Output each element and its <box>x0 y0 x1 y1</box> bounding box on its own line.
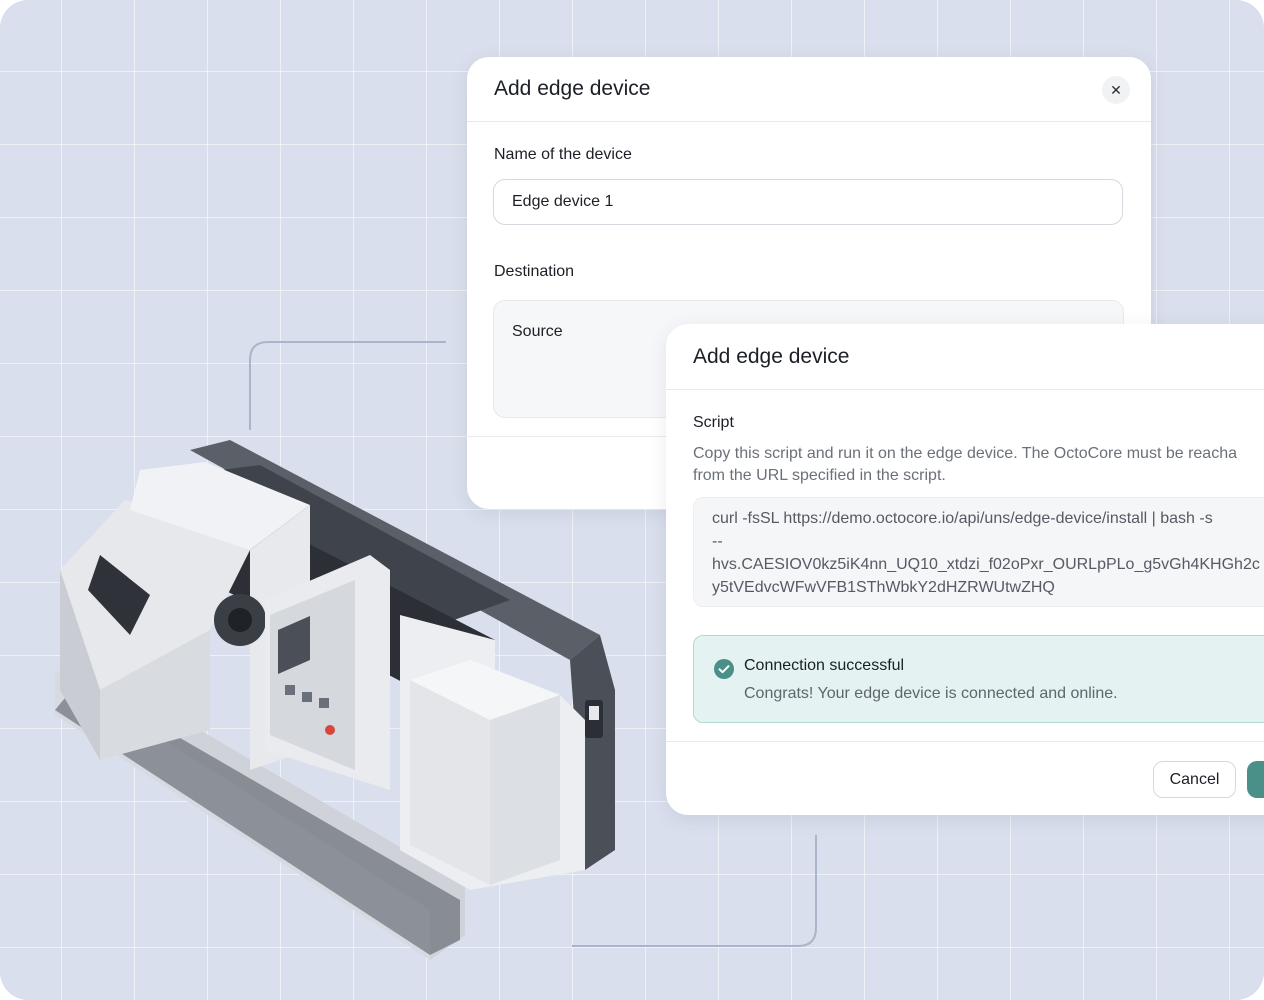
device-name-value: Edge device 1 <box>512 193 614 210</box>
connection-success-alert: Connection successful Congrats! Your edg… <box>693 635 1264 723</box>
cnc-machine-illustration <box>55 440 615 960</box>
script-line: curl -fsSL https://demo.octocore.io/api/… <box>712 510 1213 527</box>
close-icon: ✕ <box>1110 81 1122 98</box>
canvas-background: Add edge device ✕ Name of the device Edg… <box>0 0 1264 1000</box>
source-label: Source <box>512 323 563 340</box>
script-line: -- <box>712 533 723 550</box>
success-title: Connection successful <box>744 657 905 674</box>
close-button[interactable]: ✕ <box>1102 76 1130 104</box>
cancel-button-label: Cancel <box>1169 770 1220 788</box>
dialog-header: Add edge device <box>666 324 1264 390</box>
add-edge-device-dialog-front: Add edge device Script Copy this script … <box>666 324 1264 815</box>
script-label: Script <box>693 414 734 431</box>
device-name-label: Name of the device <box>494 146 632 163</box>
cancel-button[interactable]: Cancel <box>1153 761 1236 798</box>
description-line: Copy this script and run it on the edge … <box>693 445 1237 462</box>
check-circle-icon <box>714 659 734 679</box>
script-line: hvs.CAESIOV0kz5iK4nn_UQ10_xtdzi_f02oPxr_… <box>712 556 1260 573</box>
install-script-box[interactable]: curl -fsSL https://demo.octocore.io/api/… <box>693 497 1264 607</box>
destination-label: Destination <box>494 263 575 280</box>
device-name-input[interactable]: Edge device 1 <box>493 179 1123 225</box>
footer-divider <box>666 741 1264 742</box>
description-line: from the URL specified in the script. <box>693 467 946 484</box>
dialog-title: Add edge device <box>494 77 651 100</box>
script-line: y5tVEdvcWFwVFB1SThWbkY2dHZRWUtwZHQ <box>712 579 1055 596</box>
script-description: Copy this script and run it on the edge … <box>693 443 1264 487</box>
primary-action-button[interactable] <box>1247 761 1264 798</box>
dialog-title: Add edge device <box>693 345 850 368</box>
dialog-header: Add edge device ✕ <box>467 57 1151 122</box>
success-message: Congrats! Your edge device is connected … <box>744 685 1118 702</box>
